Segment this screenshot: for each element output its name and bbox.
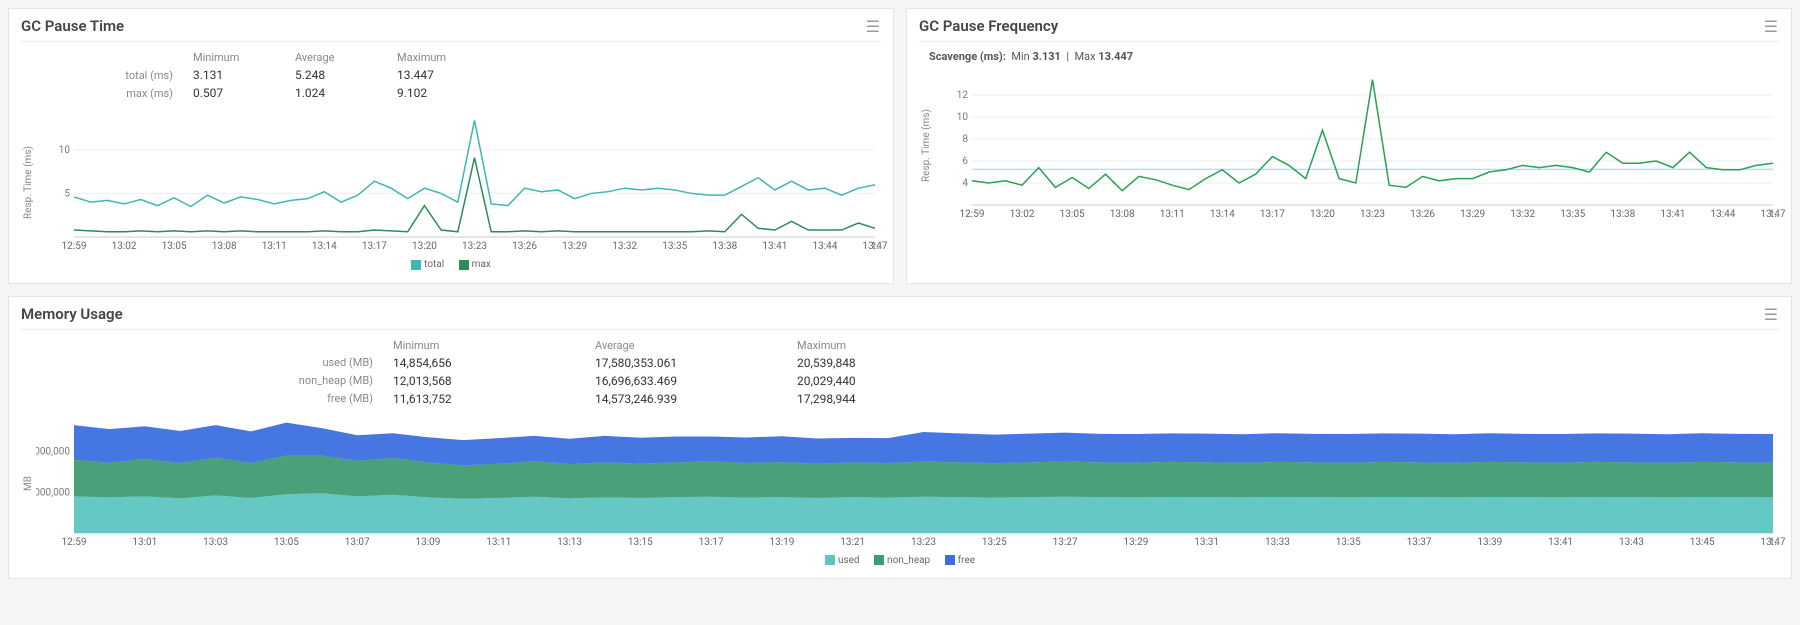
svg-text:20,000,000: 20,000,000 — [36, 487, 70, 498]
legend-swatch-used — [825, 555, 835, 565]
gc-pause-time-title: GC Pause Time — [21, 17, 881, 42]
panel-menu-icon[interactable]: ☰ — [866, 17, 881, 36]
memory-usage-chart[interactable]: 20,000,000 40,000,000 — [36, 417, 1779, 537]
gc-pause-frequency-chart[interactable]: 4 6 8 10 12 — [934, 69, 1779, 209]
legend: used non_heap free — [21, 555, 1779, 569]
svg-text:40,000,000: 40,000,000 — [36, 446, 70, 457]
y-axis-label: Resp. Time (ms) — [21, 111, 36, 255]
memory-usage-panel: ☰ Memory Usage Minimum Average Maximum u… — [8, 296, 1792, 580]
svg-text:4: 4 — [962, 178, 968, 189]
svg-text:5: 5 — [64, 188, 70, 199]
y-axis-label: Resp. Time (ms) — [919, 69, 934, 223]
panel-menu-icon[interactable]: ☰ — [1764, 305, 1779, 324]
table-row: free (MB) 11,613,752 14,573,246.939 17,2… — [283, 391, 989, 407]
gc-pause-frequency-subheader: Scavenge (ms): Min 3.131 | Max 13.447 — [919, 48, 1779, 69]
memory-usage-title: Memory Usage — [21, 305, 1779, 330]
legend: total max — [21, 259, 881, 273]
gc-pause-frequency-panel: ☰ GC Pause Frequency Scavenge (ms): Min … — [906, 8, 1792, 284]
svg-text:12: 12 — [957, 90, 969, 101]
y-axis-label: MB — [21, 417, 36, 551]
gc-pause-time-chart[interactable]: 5 10 — [36, 111, 881, 241]
panel-menu-icon[interactable]: ☰ — [1764, 17, 1779, 36]
table-row: max (ms) 0.507 1.024 9.102 — [83, 85, 489, 101]
table-row: total (ms) 3.131 5.248 13.447 — [83, 67, 489, 83]
legend-swatch-max — [459, 260, 469, 270]
legend-swatch-free — [945, 555, 955, 565]
gc-pause-frequency-title: GC Pause Frequency — [919, 17, 1779, 42]
svg-text:10: 10 — [59, 145, 71, 156]
table-row: used (MB) 14,854,656 17,580,353.061 20,5… — [283, 355, 989, 371]
memory-usage-stats: Minimum Average Maximum used (MB) 14,854… — [21, 336, 991, 409]
svg-text:8: 8 — [962, 134, 968, 145]
svg-text:6: 6 — [962, 156, 968, 167]
gc-pause-time-panel: ☰ GC Pause Time Minimum Average Maximum … — [8, 8, 894, 284]
svg-text:10: 10 — [957, 112, 969, 123]
gc-pause-time-stats: Minimum Average Maximum total (ms) 3.131… — [21, 48, 491, 103]
legend-swatch-total — [411, 260, 421, 270]
legend-swatch-nonheap — [874, 555, 884, 565]
table-row: non_heap (MB) 12,013,568 16,696,633.469 … — [283, 373, 989, 389]
